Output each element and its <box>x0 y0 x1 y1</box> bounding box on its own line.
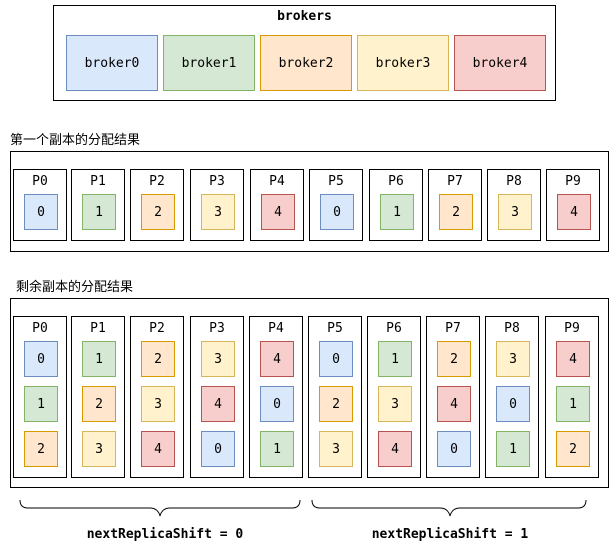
shift-braces <box>19 499 587 517</box>
shift-brace-left <box>19 499 301 517</box>
shift-brace-right <box>311 499 587 517</box>
shift-label-1: nextReplicaShift = 1 <box>371 527 529 542</box>
shift-label-0: nextReplicaShift = 0 <box>86 527 244 542</box>
